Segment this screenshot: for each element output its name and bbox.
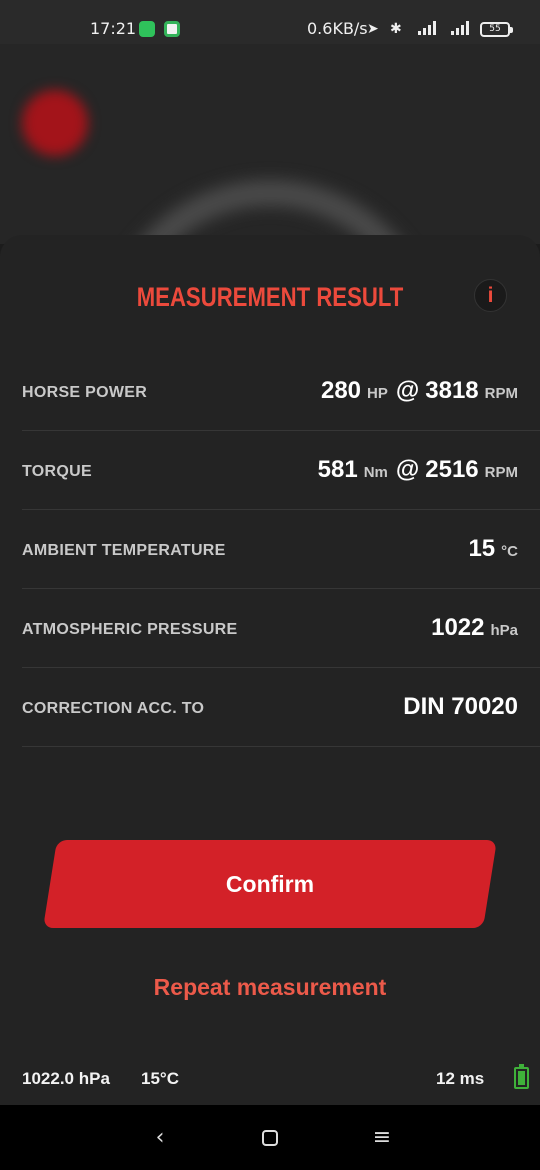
back-icon[interactable]: ‹ [145,1123,175,1153]
row-value: 1022 hPa [431,614,518,642]
value-number: 3818 [425,377,479,404]
value-number: 581 [317,456,358,483]
correction-standard: DIN 70020 [403,693,518,720]
sheet-title: MEASUREMENT RESULT [136,282,404,312]
at-sign: @ [395,456,420,483]
confirm-button-label[interactable]: Confirm [0,840,540,928]
row-value: 280 HP @3818 RPM [321,377,518,405]
value-number: 2516 [425,456,479,483]
row-label: ATMOSPHERIC PRESSURE [22,621,238,638]
row-value: 15 °C [468,535,518,563]
value-number: 1022 [431,614,485,641]
row-label: HORSE POWER [22,384,148,401]
measurement-result-sheet: MEASUREMENT RESULT i HORSE POWER 280 HP @3… [0,235,540,1105]
location-icon: ➤ [367,21,379,37]
row-label: TORQUE [22,463,92,480]
result-row-atmospheric-pressure: ATMOSPHERIC PRESSURE 1022 hPa [22,589,540,668]
battery-icon: 55 [480,22,513,37]
footer-latency: 12 ms [436,1069,485,1088]
row-value: 581 Nm @2516 RPM [318,456,518,484]
row-label: AMBIENT TEMPERATURE [22,542,226,559]
footer-temperature: 15°C [141,1069,179,1088]
result-list: HORSE POWER 280 HP @3818 RPM TORQUE 581 Nm @2… [22,352,540,747]
background-record-dot [22,90,88,156]
row-label: CORRECTION ACC. TO [22,700,205,717]
status-footer: 1022.0 hPa 15°C 12 ms [0,1064,540,1093]
at-sign: @ [395,377,420,404]
result-row-horse-power: HORSE POWER 280 HP @3818 RPM [22,352,540,431]
value-unit: hPa [490,622,518,639]
notification-app-icon [164,21,180,37]
home-icon[interactable] [255,1123,285,1153]
status-time: 17:21 [90,19,137,38]
bluetooth-icon: ✱ [390,21,402,37]
result-row-correction: CORRECTION ACC. TO DIN 70020 [22,668,540,747]
result-row-torque: TORQUE 581 Nm @2516 RPM [22,431,540,510]
value-unit: Nm [363,464,388,481]
signal-icon [418,21,438,35]
value-number: 15 [468,535,496,562]
result-row-ambient-temperature: AMBIENT TEMPERATURE 15 °C [22,510,540,589]
value-number: 280 [320,377,362,404]
repeat-measurement-button[interactable]: Repeat measurement [0,974,540,1001]
menu-icon[interactable]: ≡ [367,1123,397,1153]
footer-pressure: 1022.0 hPa [22,1069,110,1088]
value-unit: HP [367,385,388,402]
status-bar: 17:21 0.6KB/s ➤ ✱ 55 [0,0,540,44]
value-unit: RPM [484,464,518,481]
info-button[interactable]: i [474,279,507,312]
network-speed: 0.6KB/s [307,19,368,38]
system-nav-bar: ‹ ≡ [0,1105,540,1170]
phone-app-icon [139,21,155,37]
row-value: DIN 70020 [403,693,518,721]
value-unit: °C [501,543,518,560]
device-battery-icon [514,1064,529,1089]
signal-icon [451,21,471,35]
background-gauge-area [0,44,540,244]
value-unit: RPM [484,385,518,402]
